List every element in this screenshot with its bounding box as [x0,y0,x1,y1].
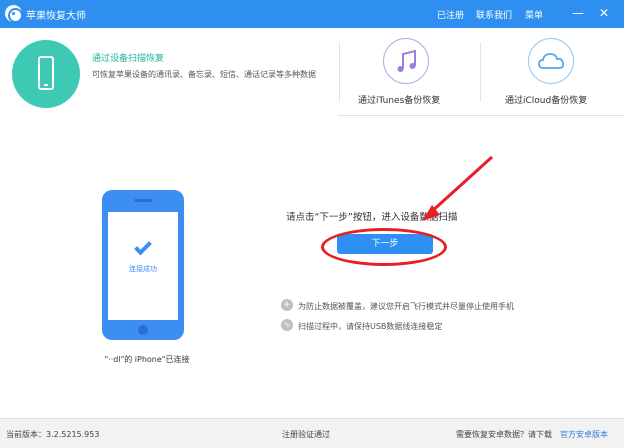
main-panel: 连接成功 "··dl"的 iPhone"已连接 请点击“下一步”按钮，进入设备数… [0,117,624,417]
contact-us-menu[interactable]: 联系我们 [476,8,512,21]
instruction-text: 请点击“下一步”按钮，进入设备数据扫描 [286,212,458,223]
phone-illustration: 连接成功 [102,190,184,340]
note-airplane-mode: 为防止数据被覆盖，建议您开启飞行模式并尽量停止使用手机 [298,302,514,311]
recovery-mode-selector: 通过设备扫描恢复 可恢复苹果设备的通讯录、备忘录、短信、通话记录等多种数据 通过… [0,28,624,116]
annotation-arrow [422,155,494,221]
version-text: 当前版本：3.2.5215.953 [6,430,100,439]
mode-itunes-label: 通过iTunes备份恢复 [358,96,441,106]
mode-icloud-label: 通过iCloud备份恢复 [505,96,588,106]
check-icon [134,237,152,256]
mode-icloud[interactable]: 通过iCloud备份恢复 [481,28,624,116]
app-title: 苹果恢复大师 [26,11,86,22]
connection-status: 连接成功 [129,265,157,273]
device-name: "··dl"的 iPhone"已连接 [104,355,190,364]
annotation-circle [321,228,447,266]
note-usb-cable: 扫描过程中，请保持USB数据线连接稳定 [298,322,443,331]
mode-itunes[interactable]: 通过iTunes备份恢复 [340,28,480,116]
phone-screen: 连接成功 [108,212,178,320]
mode-device-scan-title: 通过设备扫描恢复 [92,54,165,64]
usb-icon: ∿ [281,319,293,331]
title-bar: 苹果恢复大师 已注册 联系我们 菜单 — ✕ [0,0,624,28]
android-download-link[interactable]: 官方安卓版本 [560,429,608,440]
android-prompt: 需要恢复安卓数据？请下载 [456,430,552,439]
status-bar: 当前版本：3.2.5215.953 注册验证通过 需要恢复安卓数据？请下载 官方… [0,418,624,448]
app-logo-icon [5,5,23,23]
close-button[interactable]: ✕ [596,4,612,22]
airplane-icon: ✈ [281,299,293,311]
minimize-button[interactable]: — [570,4,586,22]
register-status: 注册验证通过 [282,430,330,439]
cloud-icon [528,38,574,84]
phone-icon [12,40,80,108]
registered-menu[interactable]: 已注册 [437,8,464,21]
mode-device-scan-description: 可恢复苹果设备的通讯录、备忘录、短信、通话记录等多种数据 [92,70,316,79]
music-note-icon [383,38,429,84]
main-menu[interactable]: 菜单 [525,8,543,21]
mode-device-scan[interactable]: 通过设备扫描恢复 可恢复苹果设备的通讯录、备忘录、短信、通话记录等多种数据 [0,28,338,116]
